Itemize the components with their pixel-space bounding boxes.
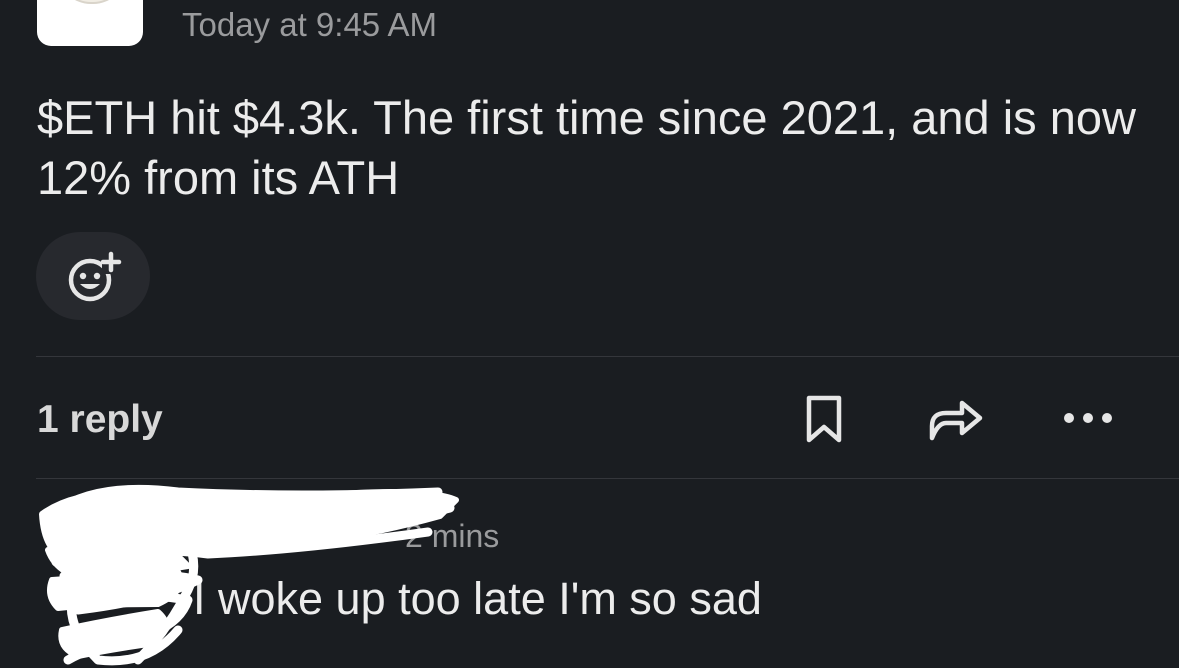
share-icon[interactable]: [928, 396, 984, 442]
add-reaction-icon: [68, 251, 122, 302]
post-timestamp[interactable]: Today at 9:45 AM: [182, 5, 437, 45]
more-options-icon[interactable]: [1060, 408, 1116, 428]
add-reaction-button[interactable]: [36, 232, 150, 320]
avatar-food-image: [57, 0, 127, 4]
post-message: $ETH hit $4.3k. The first time since 202…: [37, 91, 1136, 204]
author-avatar[interactable]: [37, 0, 143, 46]
reply-count-link[interactable]: 1 reply: [37, 396, 163, 444]
divider-bottom: [36, 478, 1179, 479]
bookmark-icon[interactable]: [804, 394, 844, 444]
redaction-scribble: [39, 484, 459, 666]
divider-top: [36, 356, 1179, 357]
